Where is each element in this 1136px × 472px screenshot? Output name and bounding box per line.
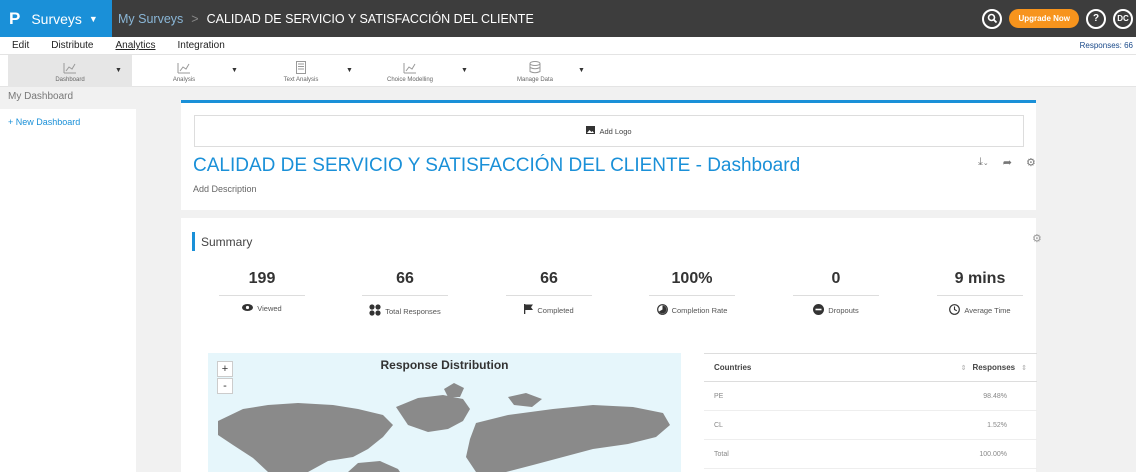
menu-bar: Edit Distribute Analytics Integration Re… xyxy=(0,37,1136,54)
image-icon xyxy=(586,126,596,136)
pie-chart-icon xyxy=(656,304,668,317)
stat-label: Completion Rate xyxy=(671,306,728,315)
toolbar-analysis-label: Analysis xyxy=(172,76,196,83)
response-distribution-map[interactable]: Response Distribution + - xyxy=(208,353,681,472)
survey-title: CALIDAD DE SERVICIO Y SATISFACCIÓN DEL C… xyxy=(206,11,534,26)
choice-chart-icon xyxy=(402,61,418,75)
stat-completed: 66 Completed xyxy=(506,270,592,316)
brand-logo: P xyxy=(9,8,21,28)
stat-value: 100% xyxy=(671,270,713,287)
toolbar-manage-data[interactable]: Manage Data xyxy=(505,55,565,88)
sort-icon[interactable]: ⇕ xyxy=(961,364,967,372)
surveys-menu-button[interactable]: P Surveys ▼ xyxy=(0,0,112,37)
document-icon xyxy=(293,61,309,75)
text-analysis-caret-icon[interactable]: ▼ xyxy=(346,67,353,74)
toolbar-choice-modelling-label: Choice Modelling xyxy=(386,76,434,83)
surveys-label: Surveys xyxy=(31,10,82,27)
new-dashboard-link[interactable]: + New Dashboard xyxy=(0,109,136,127)
stat-average-time: 9 mins Average Time xyxy=(937,270,1023,317)
map-title: Response Distribution xyxy=(380,358,509,372)
analytics-toolbar: Dashboard ▼ Analysis ▼ Text Analysis ▼ C… xyxy=(0,54,1136,88)
add-logo-button[interactable]: Add Logo xyxy=(194,115,1024,147)
sort-icon[interactable]: ⇕ xyxy=(1021,364,1027,372)
toolbar-text-analysis-label: Text Analysis xyxy=(283,76,319,83)
response-cell: 100.00% xyxy=(979,450,1007,458)
country-cell: Total xyxy=(714,450,729,458)
stat-label: Completed xyxy=(537,305,574,315)
menu-edit[interactable]: Edit xyxy=(12,40,29,51)
breadcrumb-my-surveys[interactable]: My Surveys xyxy=(118,12,183,26)
manage-data-caret-icon[interactable]: ▼ xyxy=(578,67,585,74)
clock-icon xyxy=(949,304,961,317)
responses-count: Responses: 66 xyxy=(1079,41,1133,50)
stat-label: Viewed xyxy=(257,304,282,313)
toolbar-manage-data-label: Manage Data xyxy=(516,76,554,83)
stat-total-responses: 66 Total Responses xyxy=(362,270,448,318)
upgrade-now-button[interactable]: Upgrade Now xyxy=(1009,9,1079,28)
table-header: Countries ⇕ Responses ⇕ xyxy=(704,353,1037,382)
stat-value: 66 xyxy=(396,270,414,287)
eye-icon xyxy=(242,304,254,313)
dashboard-title[interactable]: CALIDAD DE SERVICIO Y SATISFACCIÓN DEL C… xyxy=(193,155,800,177)
search-icon[interactable] xyxy=(982,8,1003,29)
dashboard-caret-icon[interactable]: ▼ xyxy=(115,67,122,74)
response-cell: 98.48% xyxy=(983,392,1007,400)
breadcrumb: My Surveys > CALIDAD DE SERVICIO Y SATIS… xyxy=(118,12,534,26)
summary-title: Summary xyxy=(201,235,253,249)
database-icon xyxy=(527,61,543,75)
menu-analytics[interactable]: Analytics xyxy=(115,40,155,51)
minus-circle-icon xyxy=(813,304,825,317)
toolbar-analysis[interactable]: Analysis xyxy=(164,55,204,88)
stat-value: 199 xyxy=(248,270,276,287)
caret-down-icon: ▼ xyxy=(88,13,98,24)
stat-value: 9 mins xyxy=(954,270,1006,287)
summary-accent-bar xyxy=(192,232,195,251)
table-row-total: Total 100.00% xyxy=(704,440,1037,469)
dashboard-header-panel: Add Logo CALIDAD DE SERVICIO Y SATISFACC… xyxy=(181,100,1036,210)
help-icon[interactable]: ? xyxy=(1086,8,1106,29)
stat-label: Total Responses xyxy=(385,306,441,316)
table-row: PE 98.48% xyxy=(704,382,1037,411)
country-cell: CL xyxy=(714,421,723,429)
toolbar-text-analysis[interactable]: Text Analysis xyxy=(271,55,331,88)
zoom-out-button[interactable]: - xyxy=(217,378,233,394)
summary-gear-icon[interactable]: ⚙ xyxy=(1032,232,1042,245)
grid-dots-icon xyxy=(369,304,381,318)
breadcrumb-separator: > xyxy=(191,11,199,26)
stat-value: 66 xyxy=(540,270,558,287)
analysis-caret-icon[interactable]: ▼ xyxy=(231,67,238,74)
stat-viewed: 199 Viewed xyxy=(219,270,305,313)
add-description[interactable]: Add Description xyxy=(193,184,257,194)
analysis-chart-icon xyxy=(176,61,192,75)
zoom-in-button[interactable]: + xyxy=(217,361,233,377)
stat-value: 0 xyxy=(831,270,841,287)
col-countries[interactable]: Countries xyxy=(714,363,751,372)
toolbar-choice-modelling[interactable]: Choice Modelling xyxy=(370,55,450,88)
sidebar: My Dashboard + New Dashboard xyxy=(0,87,136,472)
toolbar-dashboard-label: Dashboard xyxy=(55,76,85,83)
gear-icon[interactable]: ⚙ xyxy=(1026,156,1036,169)
stat-completion-rate: 100% Completion Rate xyxy=(649,270,735,317)
table-row: CL 1.52% xyxy=(704,411,1037,440)
countries-table: Countries ⇕ Responses ⇕ PE 98.48% CL 1.5… xyxy=(704,353,1037,469)
top-bar: P Surveys ▼ My Surveys > CALIDAD DE SERV… xyxy=(0,0,1136,37)
menu-integration[interactable]: Integration xyxy=(178,40,225,51)
col-responses[interactable]: Responses xyxy=(972,363,1015,372)
download-icon[interactable]: ⤓⌄ xyxy=(978,156,989,169)
stat-label: Dropouts xyxy=(828,306,859,315)
response-cell: 1.52% xyxy=(987,421,1007,429)
dashboard-chart-icon xyxy=(62,61,78,75)
avatar[interactable]: DC xyxy=(1113,8,1133,29)
stat-dropouts: 0 Dropouts xyxy=(793,270,879,317)
menu-distribute[interactable]: Distribute xyxy=(51,40,93,51)
sidebar-my-dashboard[interactable]: My Dashboard xyxy=(0,87,136,109)
toolbar-dashboard[interactable]: Dashboard xyxy=(8,55,132,88)
share-icon[interactable]: ➦ xyxy=(1003,156,1012,169)
country-cell: PE xyxy=(714,392,724,400)
flag-icon xyxy=(524,304,534,316)
choice-modelling-caret-icon[interactable]: ▼ xyxy=(461,67,468,74)
add-logo-label: Add Logo xyxy=(599,126,632,136)
stat-label: Average Time xyxy=(964,306,1011,315)
